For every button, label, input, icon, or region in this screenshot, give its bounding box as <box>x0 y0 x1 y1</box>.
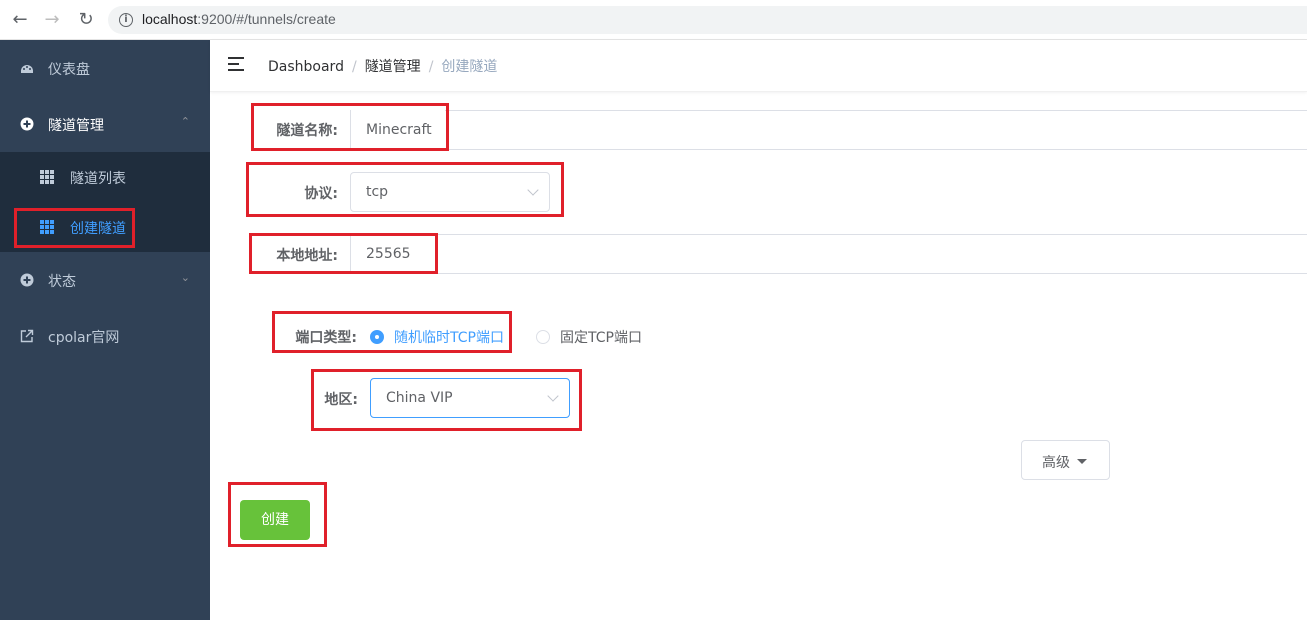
breadcrumb-separator: / <box>428 59 434 75</box>
sidebar-item-tunnel-list[interactable]: 隧道列表 <box>0 152 210 202</box>
address-bar[interactable]: i localhost:9200/#/tunnels/create <box>108 6 1307 34</box>
external-link-icon <box>20 329 34 343</box>
highlight-box <box>246 162 564 217</box>
chevron-up-icon: ⌃ <box>180 115 190 128</box>
breadcrumb-separator: / <box>351 59 357 75</box>
sidebar-item-label: 隧道管理 <box>48 118 104 134</box>
highlight-box <box>272 311 512 353</box>
url-text[interactable]: localhost:9200/#/tunnels/create <box>142 11 336 27</box>
radio-fixed-tcp-port-label[interactable]: 固定TCP端口 <box>560 327 642 347</box>
top-navbar: Dashboard / 隧道管理 / 创建隧道 <box>210 40 1307 92</box>
row-divider <box>350 110 1307 111</box>
status-icon <box>20 273 34 287</box>
breadcrumb-tunnel-management[interactable]: 隧道管理 <box>365 59 421 75</box>
highlight-box <box>14 208 135 248</box>
advanced-label: 高级 <box>1042 455 1070 471</box>
radio-fixed-tcp-port[interactable] <box>536 330 550 344</box>
caret-down-icon <box>1077 459 1087 464</box>
info-icon[interactable]: i <box>119 13 133 27</box>
reload-icon[interactable]: ↻ <box>76 10 96 30</box>
highlight-box <box>249 233 438 274</box>
sidebar: 仪表盘 隧道管理 ⌃ 隧道列表 创建隧道 状态 ⌄ cpolar官网 <box>0 40 210 620</box>
sidebar-item-cpolar-site[interactable]: cpolar官网 <box>0 308 210 364</box>
highlight-box <box>228 482 327 547</box>
row-divider <box>350 149 1307 150</box>
row-divider <box>350 234 1307 235</box>
breadcrumb: Dashboard / 隧道管理 / 创建隧道 <box>268 56 497 76</box>
sidebar-item-label: 状态 <box>48 274 76 290</box>
hamburger-icon[interactable] <box>228 57 244 71</box>
chevron-down-icon: ⌄ <box>180 271 190 284</box>
sidebar-item-dashboard[interactable]: 仪表盘 <box>0 40 210 96</box>
highlight-box <box>311 369 582 431</box>
sidebar-item-label: 仪表盘 <box>48 62 90 78</box>
back-arrow-icon[interactable]: ← <box>10 10 30 30</box>
breadcrumb-dashboard[interactable]: Dashboard <box>268 59 344 75</box>
sidebar-item-tunnel-management[interactable]: 隧道管理 ⌃ <box>0 96 210 152</box>
dashboard-icon <box>21 65 33 73</box>
url-host: localhost <box>142 11 198 27</box>
forward-arrow-icon[interactable]: → <box>42 10 62 30</box>
sidebar-item-label: 隧道列表 <box>70 171 126 187</box>
url-path: :9200/#/tunnels/create <box>197 11 336 27</box>
browser-toolbar: ← → ↻ i localhost:9200/#/tunnels/create <box>0 0 1307 40</box>
advanced-dropdown-button[interactable]: 高级 <box>1021 440 1110 480</box>
sidebar-item-status[interactable]: 状态 ⌄ <box>0 252 210 308</box>
sidebar-item-label: cpolar官网 <box>48 330 120 346</box>
row-divider <box>350 273 1307 274</box>
breadcrumb-create-tunnel: 创建隧道 <box>441 59 498 75</box>
highlight-box <box>251 103 449 151</box>
grid-icon <box>40 170 54 184</box>
tunnel-icon <box>20 117 34 131</box>
